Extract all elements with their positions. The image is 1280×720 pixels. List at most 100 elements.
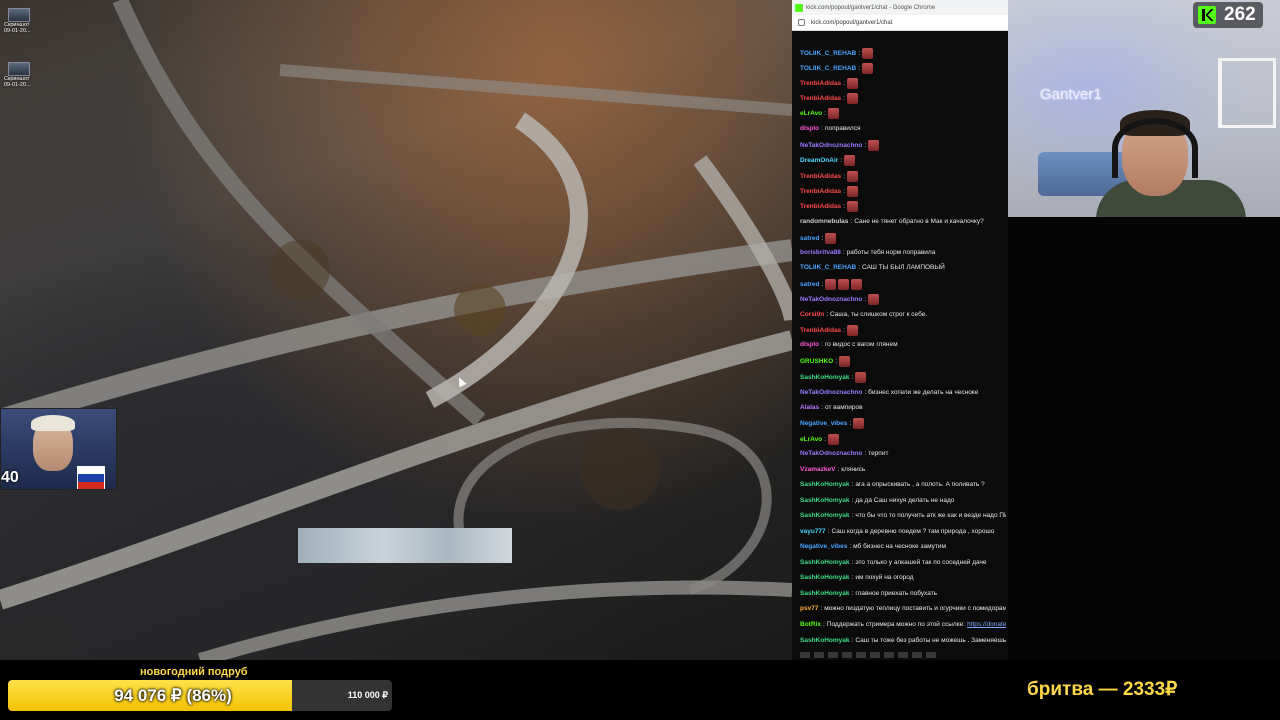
chat-message[interactable]: NeTakOdnoznachno: терпит — [800, 449, 1006, 458]
chat-message[interactable]: satred: — [800, 279, 1006, 290]
chat-message[interactable]: satred: — [800, 233, 1006, 244]
chat-message[interactable]: displo: го видос с вагом глянем — [800, 340, 1006, 349]
chat-username[interactable]: DreamOnAir — [800, 156, 838, 165]
chat-username[interactable]: satred — [800, 280, 820, 289]
chat-separator: : — [851, 374, 854, 381]
chat-username[interactable]: NeTakOdnoznachno — [800, 388, 862, 397]
chat-message[interactable]: BotRix: Поддержать стримера можно по этой… — [800, 620, 1006, 629]
chat-username[interactable]: displo — [800, 340, 819, 349]
chat-username[interactable]: SashKoHomyak — [800, 573, 850, 582]
chat-message[interactable]: TOLIIK_C_REHAB: — [800, 48, 1006, 59]
chat-message[interactable]: Negative_vibes: мб бизнес на чесноке заму… — [800, 542, 1006, 551]
chat-message[interactable]: TrenbiAdidas: — [800, 78, 1006, 89]
chat-username[interactable]: NeTakOdnoznachno — [800, 295, 862, 304]
russian-flag-icon — [77, 466, 105, 489]
chat-username[interactable]: TOLIIK_C_REHAB — [800, 64, 856, 73]
chat-message[interactable]: Corsi0n: Саша, ты слишком строг к себе. — [800, 310, 1006, 319]
chat-username[interactable]: TrenbiAdidas — [800, 202, 841, 211]
chat-message[interactable]: NeTakOdnoznachno: бизнес хотели же делать… — [800, 388, 1006, 397]
chat-text: Поддержать стримера можно по этой ссылке… — [826, 621, 966, 628]
window-titlebar[interactable]: kick.com/popout/gantver1/chat - Google C… — [792, 0, 1008, 15]
chat-message[interactable]: SashKoHomyak: ага а опрыскивать , а полот… — [800, 480, 1006, 489]
chat-message[interactable]: Alalas: от вампиров — [800, 403, 1006, 412]
chat-message[interactable]: NeTakOdnoznachno: — [800, 140, 1006, 151]
desktop-icon-screenshot[interactable]: Скриншот 09-01-20... — [4, 62, 38, 88]
chat-username[interactable]: TrenbiAdidas — [800, 172, 841, 181]
chat-message[interactable]: psv77: можно пиздатую теплицу поставить и… — [800, 604, 1006, 613]
chat-username[interactable]: SashKoHomyak — [800, 496, 850, 505]
chat-message[interactable]: TrenbiAdidas: — [800, 186, 1006, 197]
chat-username[interactable]: TrenbiAdidas — [800, 79, 841, 88]
chat-message[interactable]: borisbritva88: работы тебя норм поправила — [800, 248, 1006, 257]
chat-username[interactable]: vayu777 — [800, 527, 826, 536]
chat-message[interactable]: eLrAvo: — [800, 108, 1006, 119]
chat-message[interactable]: TrenbiAdidas: — [800, 171, 1006, 182]
chat-username[interactable]: SashKoHomyak — [800, 636, 850, 645]
chat-text: главное приехать побухать — [855, 590, 938, 597]
address-bar[interactable]: kick.com/popout/gantver1/chat — [792, 15, 1008, 31]
chat-message[interactable]: NeTakOdnoznachno: — [800, 294, 1006, 305]
chat-emote-icon — [847, 93, 858, 104]
chat-username[interactable]: displo — [800, 124, 819, 133]
chat-username[interactable]: Negative_vibes — [800, 542, 847, 551]
chat-text: что бы что то получить атк же как и везд… — [855, 512, 1006, 519]
chat-username[interactable]: psv77 — [800, 604, 818, 613]
chat-username[interactable]: VzamazkeV — [800, 465, 835, 474]
chat-separator: : — [843, 327, 845, 334]
chat-separator: : — [843, 188, 845, 195]
chat-message[interactable]: VzamazkeV: клянись — [800, 465, 1006, 474]
chat-message[interactable]: TOLIIK_C_REHAB: САШ ТЫ БЫЛ ЛАМПОВЫЙ — [800, 263, 1006, 272]
chat-message[interactable]: SashKoHomyak: Саш ты тоже без работы не м… — [800, 636, 1006, 645]
chat-username[interactable]: SashKoHomyak — [800, 558, 850, 567]
chat-username[interactable]: TrenbiAdidas — [800, 326, 841, 335]
chat-username[interactable]: SashKoHomyak — [800, 589, 850, 598]
chat-message[interactable]: displo: поправился — [800, 124, 1006, 133]
chat-username[interactable]: TOLIIK_C_REHAB — [800, 263, 856, 272]
chat-username[interactable]: NeTakOdnoznachno — [800, 449, 862, 458]
chat-separator: : — [821, 125, 823, 132]
chat-username[interactable]: TrenbiAdidas — [800, 187, 841, 196]
chat-popout-window[interactable]: kick.com/popout/gantver1/chat - Google C… — [792, 0, 1008, 660]
chat-separator: : — [842, 249, 845, 256]
chat-message[interactable]: SashKoHomyak: это только у алкашей так по… — [800, 558, 1006, 567]
chat-username[interactable]: Negative_vibes — [800, 419, 847, 428]
chat-message[interactable]: TOLIIK_C_REHAB: — [800, 63, 1006, 74]
site-settings-icon[interactable] — [798, 19, 805, 26]
chat-username[interactable]: Corsi0n — [800, 310, 824, 319]
donation-goal-current: 94 076 ₽ (86%) — [114, 686, 232, 705]
chat-username[interactable]: eLrAvo — [800, 109, 822, 118]
chat-message[interactable]: DreamOnAir: — [800, 155, 1006, 166]
chat-message[interactable]: TrenbiAdidas: — [800, 201, 1006, 212]
chat-text: терпит — [868, 450, 889, 457]
chat-message[interactable]: TrenbiAdidas: — [800, 325, 1006, 336]
chat-username[interactable]: randomnebulas — [800, 217, 848, 226]
chat-message[interactable]: GRUSHKO: — [800, 356, 1006, 367]
chat-username[interactable]: TOLIIK_C_REHAB — [800, 49, 856, 58]
chat-message[interactable]: vayu777: Саш когда в деревню поедем ? там… — [800, 527, 1006, 536]
chat-username[interactable]: BotRix — [800, 620, 821, 629]
chat-message[interactable]: SashKoHomyak: — [800, 372, 1006, 383]
chat-link[interactable]: https://donate.stream/donate_682cd6c7376… — [967, 620, 1006, 629]
chat-message[interactable]: SashKoHomyak: да да Саш нихуя делать не н… — [800, 496, 1006, 505]
chat-username[interactable]: GRUSHKO — [800, 357, 833, 366]
chat-username[interactable]: SashKoHomyak — [800, 480, 850, 489]
chat-username[interactable]: borisbritva88 — [800, 248, 841, 257]
chat-separator: : — [835, 358, 838, 365]
chat-separator: : — [843, 173, 845, 180]
chat-username[interactable]: eLrAvo — [800, 435, 822, 444]
chat-message[interactable]: TrenbiAdidas: — [800, 93, 1006, 104]
chat-message[interactable]: eLrAvo: — [800, 434, 1006, 445]
desktop-icon-screenshot[interactable]: Скриншот 09-01-20... — [4, 8, 38, 34]
chat-message[interactable]: Negative_vibes: — [800, 418, 1006, 429]
chat-message[interactable]: SashKoHomyak: главное приехать побухать — [800, 589, 1006, 598]
chat-username[interactable]: TrenbiAdidas — [800, 94, 841, 103]
chat-username[interactable]: Alalas — [800, 403, 819, 412]
chat-username[interactable]: NeTakOdnoznachno — [800, 141, 862, 150]
chat-separator: : — [864, 142, 867, 149]
chat-message[interactable]: randomnebulas: Сане не тянет обратно в Ма… — [800, 217, 1006, 226]
chat-username[interactable]: SashKoHomyak — [800, 373, 850, 382]
chat-message[interactable]: SashKoHomyak: что бы что то получить атк … — [800, 511, 1006, 520]
chat-username[interactable]: SashKoHomyak — [800, 511, 850, 520]
chat-message[interactable]: SashKoHomyak: им похуй на огород — [800, 573, 1006, 582]
chat-username[interactable]: satred — [800, 234, 820, 243]
